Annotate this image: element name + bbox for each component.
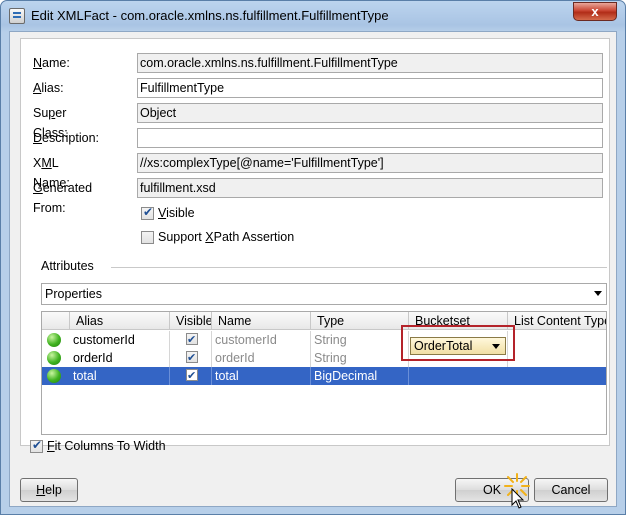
close-button[interactable]: x [573, 2, 617, 21]
name-field[interactable]: com.oracle.xmlns.ns.fulfillment.Fulfillm… [137, 53, 603, 73]
cell-name: customerId [212, 331, 311, 349]
dialog-window: Edit XMLFact - com.oracle.xmlns.ns.fulfi… [0, 0, 626, 515]
generated-from-field[interactable]: fulfillment.xsd [137, 178, 603, 198]
table-row[interactable]: orderId orderId String [42, 349, 606, 367]
table-row[interactable]: customerId customerId String [42, 331, 606, 349]
support-xpath-checkbox[interactable] [141, 231, 154, 244]
column-header-type[interactable]: Type [311, 312, 409, 330]
cell-alias[interactable]: customerId [70, 331, 170, 349]
column-header-visible[interactable]: Visible [170, 312, 212, 330]
cell-type: String [311, 331, 409, 349]
fit-columns-checkbox[interactable] [30, 438, 43, 453]
cell-alias[interactable]: total [70, 367, 170, 385]
cell-visible[interactable] [170, 331, 212, 349]
column-header-list-content-type[interactable]: List Content Type [508, 312, 606, 330]
alias-field[interactable]: FulfillmentType [137, 78, 603, 98]
window-title: Edit XMLFact - com.oracle.xmlns.ns.fulfi… [31, 8, 389, 23]
properties-select[interactable]: Properties [41, 283, 607, 305]
cell-type: String [311, 349, 409, 367]
cell-name: orderId [212, 349, 311, 367]
status-dot-icon [47, 333, 61, 347]
generated-from-label: Generated From: [33, 181, 93, 215]
description-field[interactable] [137, 128, 603, 148]
status-dot-icon [47, 369, 61, 383]
cell-visible[interactable] [170, 349, 212, 367]
visible-cell-checkbox[interactable] [186, 367, 198, 385]
name-label: Name: [33, 56, 70, 70]
super-class-field[interactable]: Object [137, 103, 603, 123]
chevron-down-icon[interactable] [594, 291, 602, 296]
column-header-name[interactable]: Name [212, 312, 311, 330]
form-panel: Name: com.oracle.xmlns.ns.fulfillment.Fu… [20, 38, 610, 446]
app-icon [9, 8, 25, 24]
mouse-pointer-icon [511, 488, 525, 509]
cell-name: total [212, 367, 311, 385]
description-label: Description: [33, 131, 100, 145]
highlight-box [401, 325, 515, 361]
status-dot-icon [47, 351, 61, 365]
attributes-table: Alias Visible Name Type Bucketset List C… [41, 311, 607, 435]
cancel-button[interactable]: Cancel [534, 478, 608, 502]
attributes-section-label: Attributes [41, 259, 94, 273]
table-row-selected[interactable]: total total BigDecimal [42, 367, 606, 385]
visible-checkbox[interactable] [141, 205, 154, 220]
alias-label: Alias: [33, 81, 64, 95]
visible-label: Visible [158, 206, 195, 220]
visible-cell-checkbox[interactable] [186, 349, 198, 367]
cell-visible[interactable] [170, 367, 212, 385]
cell-type: BigDecimal [311, 367, 409, 385]
help-button[interactable]: Help [20, 478, 78, 502]
dialog-body: Name: com.oracle.xmlns.ns.fulfillment.Fu… [9, 31, 617, 509]
cell-bucketset[interactable] [409, 367, 606, 385]
cell-alias[interactable]: orderId [70, 349, 170, 367]
title-bar[interactable]: Edit XMLFact - com.oracle.xmlns.ns.fulfi… [1, 1, 625, 31]
column-header-status[interactable] [42, 312, 70, 330]
fit-columns-label: Fit Columns To Width [47, 439, 166, 453]
section-divider [111, 267, 607, 268]
support-xpath-label: Support XPath Assertion [158, 230, 295, 244]
visible-cell-checkbox[interactable] [186, 331, 198, 349]
column-header-alias[interactable]: Alias [70, 312, 170, 330]
properties-select-value: Properties [45, 287, 102, 301]
xml-name-field[interactable]: //xs:complexType[@name='FulfillmentType'… [137, 153, 603, 173]
